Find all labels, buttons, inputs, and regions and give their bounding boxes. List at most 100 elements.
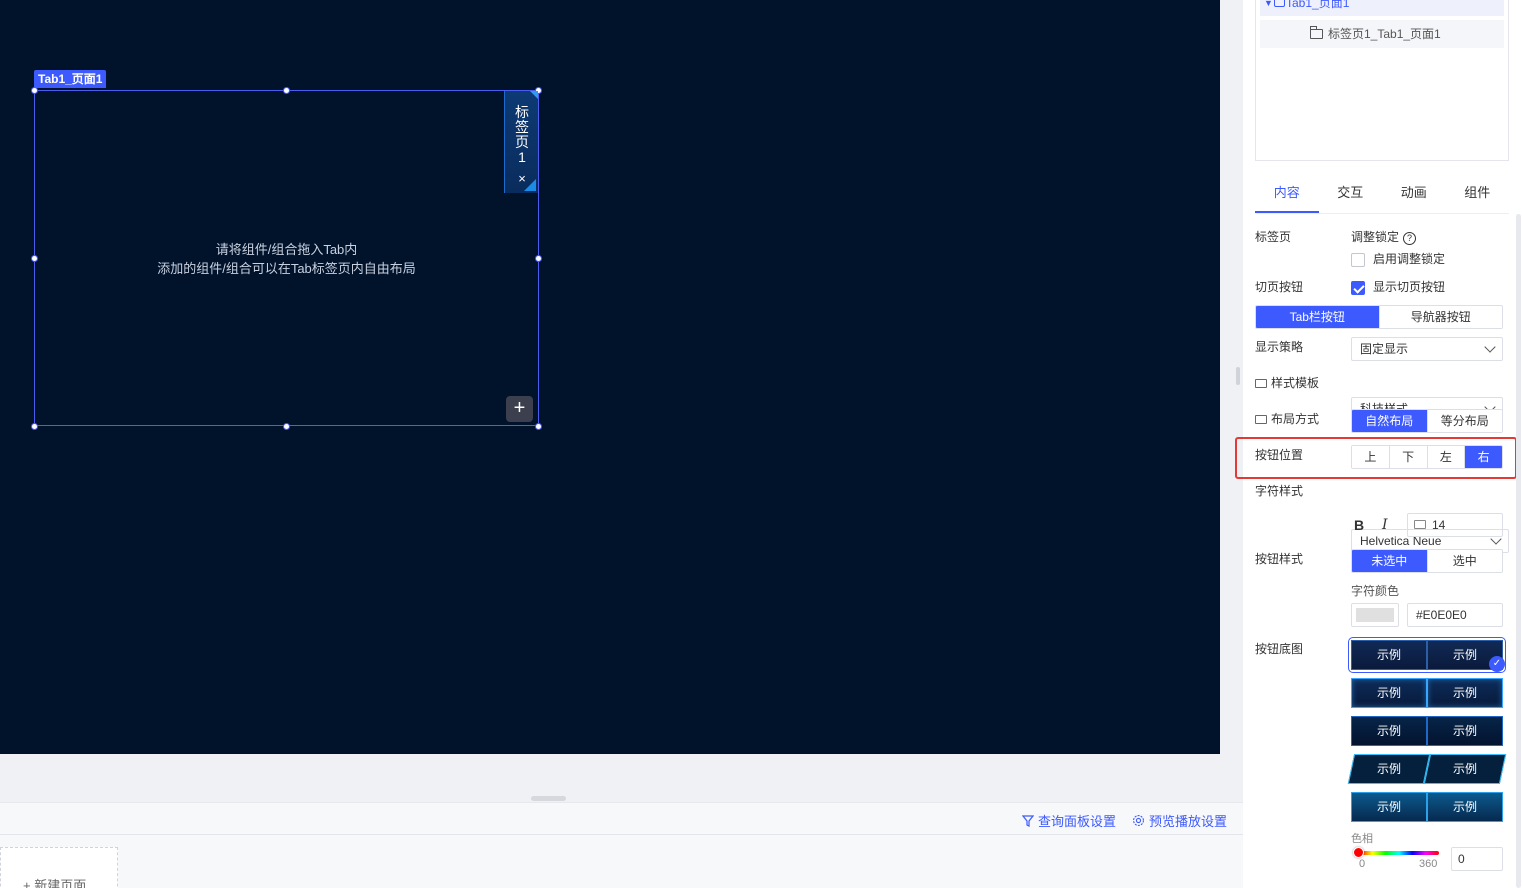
adjust-lock-label: 调整锁定 bbox=[1351, 230, 1400, 244]
button-style-segmented: 未选中 选中 bbox=[1351, 549, 1503, 573]
checkbox-icon[interactable] bbox=[1351, 252, 1365, 267]
resize-handle-bottom-left[interactable] bbox=[31, 423, 38, 430]
page-bar: 查询面板设置 预览播放设置 + 新建页面 bbox=[0, 802, 1243, 888]
preview-playback-settings-label: 预览播放设置 bbox=[1148, 814, 1227, 829]
help-icon[interactable]: ? bbox=[1403, 232, 1417, 245]
bg-sample-right: 示例 bbox=[1427, 678, 1503, 708]
style-template-label-row: 样式模板 bbox=[1255, 374, 1319, 391]
button-bg-option-5[interactable]: 示例 示例 bbox=[1351, 792, 1503, 822]
bold-button[interactable]: B bbox=[1354, 517, 1364, 533]
font-size-value: 14 bbox=[1432, 518, 1446, 532]
resize-handle-top[interactable] bbox=[283, 87, 290, 94]
bg-sample-right: 示例 bbox=[1427, 716, 1503, 746]
query-panel-settings-button[interactable]: 查询面板设置 bbox=[1021, 811, 1116, 830]
caret-down-icon[interactable]: ▼ bbox=[1264, 0, 1273, 12]
query-panel-settings-label: 查询面板设置 bbox=[1037, 814, 1116, 829]
button-bg-option-3[interactable]: 示例 示例 bbox=[1351, 716, 1503, 746]
vertical-tab-char: 签 bbox=[515, 119, 529, 135]
show-page-switch-checkbox[interactable]: 显示切页按钮 bbox=[1351, 278, 1445, 295]
bg-sample-left: 示例 bbox=[1351, 716, 1427, 746]
checkbox-checked-icon[interactable] bbox=[1351, 280, 1365, 295]
folder-icon bbox=[1310, 26, 1323, 39]
bg-sample-left: 示例 bbox=[1351, 678, 1427, 708]
layout-natural[interactable]: 自然布局 bbox=[1352, 410, 1427, 432]
button-type-tabbar[interactable]: Tab栏按钮 bbox=[1256, 306, 1379, 328]
style-selected[interactable]: 选中 bbox=[1426, 550, 1502, 572]
bg-sample-text: 示例 bbox=[1376, 762, 1401, 776]
gear-icon bbox=[1133, 815, 1144, 826]
hue-slider-handle[interactable] bbox=[1353, 847, 1364, 858]
display-strategy-select[interactable]: 固定显示 bbox=[1351, 337, 1503, 361]
tree-item-label: 标签页1_Tab1_页面1 bbox=[1328, 27, 1441, 41]
resize-handle-top-left[interactable] bbox=[31, 87, 38, 94]
tree-item-tab-page[interactable]: ▼ Tab1_页面1 bbox=[1260, 0, 1504, 16]
preview-playback-settings-button[interactable]: 预览播放设置 bbox=[1132, 811, 1227, 830]
vertical-tab-char: 页 bbox=[515, 134, 529, 150]
resize-handle-bottom[interactable] bbox=[283, 423, 290, 430]
divider bbox=[0, 834, 1243, 835]
font-color-hex-input[interactable]: #E0E0E0 bbox=[1407, 603, 1503, 627]
page-bar-resize-handle[interactable] bbox=[531, 796, 566, 801]
tab-interaction[interactable]: 交互 bbox=[1319, 178, 1383, 213]
tree-item-label: Tab1_页面1 bbox=[1286, 0, 1350, 10]
hue-label: 色相 bbox=[1351, 833, 1373, 845]
new-page-button[interactable]: + 新建页面 bbox=[0, 847, 118, 888]
button-style-label: 按钮样式 bbox=[1255, 552, 1304, 566]
panel-scrollbar[interactable] bbox=[1516, 214, 1521, 888]
panel-tabs: 内容 交互 动画 组件 bbox=[1255, 178, 1509, 214]
add-tab-button[interactable]: + bbox=[506, 396, 533, 422]
adjust-lock-row: 调整锁定? bbox=[1351, 228, 1417, 245]
bg-sample-right: 示例 bbox=[1423, 754, 1507, 784]
button-type-segmented: Tab栏按钮 导航器按钮 bbox=[1255, 305, 1503, 329]
resize-handle-bottom-right[interactable] bbox=[535, 423, 542, 430]
tab-component[interactable]: 组件 bbox=[1446, 178, 1510, 213]
tree-item-tab[interactable]: 标签页1_Tab1_页面1 bbox=[1260, 20, 1504, 48]
button-bg-option-4[interactable]: 示例 示例 bbox=[1347, 754, 1507, 784]
chevron-down-icon bbox=[1484, 341, 1496, 353]
annotation-highlight-box bbox=[1235, 437, 1517, 479]
display-strategy-label: 显示策略 bbox=[1255, 340, 1304, 354]
style-template-label: 样式模板 bbox=[1271, 376, 1320, 390]
button-bg-label: 按钮底图 bbox=[1255, 642, 1304, 656]
canvas-gutter bbox=[0, 754, 1243, 802]
bg-sample-right: 示例 bbox=[1427, 792, 1503, 822]
drop-hint-line2: 添加的组件/组合可以在Tab标签页内自由布局 bbox=[157, 261, 416, 276]
enable-adjust-lock-checkbox[interactable]: 启用调整锁定 bbox=[1351, 250, 1445, 267]
component-name-tag: Tab1_页面1 bbox=[34, 70, 107, 88]
button-type-navigator[interactable]: 导航器按钮 bbox=[1378, 306, 1502, 328]
hue-value-input[interactable]: 0 bbox=[1451, 847, 1503, 871]
hue-max-label: 360 bbox=[1419, 858, 1438, 870]
bg-sample-left: 示例 bbox=[1347, 754, 1431, 784]
bg-sample-text: 示例 bbox=[1452, 762, 1477, 776]
design-canvas[interactable]: Tab1_页面1 标签页1 × 请将组件/组合拖入Tab内 添加的组件/组合可以… bbox=[0, 0, 1220, 754]
tab-content[interactable]: 内容 bbox=[1255, 178, 1319, 213]
button-bg-option-2[interactable]: 示例 示例 bbox=[1351, 678, 1503, 708]
layout-segmented: 自然布局 等分布局 bbox=[1351, 409, 1503, 433]
layout-equal[interactable]: 等分布局 bbox=[1426, 410, 1502, 432]
font-color-swatch[interactable] bbox=[1351, 603, 1399, 627]
hue-min-label: 0 bbox=[1359, 858, 1366, 870]
show-page-switch-label: 显示切页按钮 bbox=[1373, 280, 1446, 294]
component-tree: ▼ Tab1_页面1 标签页1_Tab1_页面1 bbox=[1255, 0, 1509, 161]
layout-label-row: 布局方式 bbox=[1255, 410, 1319, 427]
vertical-tab-char: 1 bbox=[518, 149, 526, 165]
tab-corner-decoration bbox=[530, 91, 538, 99]
tab-corner-decoration bbox=[524, 179, 536, 191]
monitor-icon bbox=[1414, 520, 1426, 529]
tab-animation[interactable]: 动画 bbox=[1382, 178, 1446, 213]
button-bg-option-1[interactable]: 示例 示例 ✓ bbox=[1348, 637, 1506, 673]
font-size-input[interactable]: 14 bbox=[1407, 513, 1503, 537]
hue-slider-track[interactable] bbox=[1359, 851, 1439, 855]
drop-hint-line1: 请将组件/组合拖入Tab内 bbox=[215, 242, 358, 257]
italic-button[interactable]: I bbox=[1382, 517, 1388, 533]
font-style-label: 字符样式 bbox=[1255, 484, 1304, 498]
vertical-tab-button[interactable]: 标签页1 × bbox=[504, 91, 538, 193]
bg-sample-left: 示例 bbox=[1351, 640, 1427, 670]
drop-hint: 请将组件/组合拖入Tab内 添加的组件/组合可以在Tab标签页内自由布局 bbox=[34, 240, 539, 278]
panel-resize-handle[interactable] bbox=[1236, 367, 1240, 385]
style-unselected[interactable]: 未选中 bbox=[1352, 550, 1427, 572]
layout-label: 布局方式 bbox=[1271, 412, 1320, 426]
font-color-label: 字符颜色 bbox=[1351, 584, 1400, 598]
checkbox-icon bbox=[1274, 0, 1285, 7]
selected-check-icon: ✓ bbox=[1489, 656, 1505, 672]
